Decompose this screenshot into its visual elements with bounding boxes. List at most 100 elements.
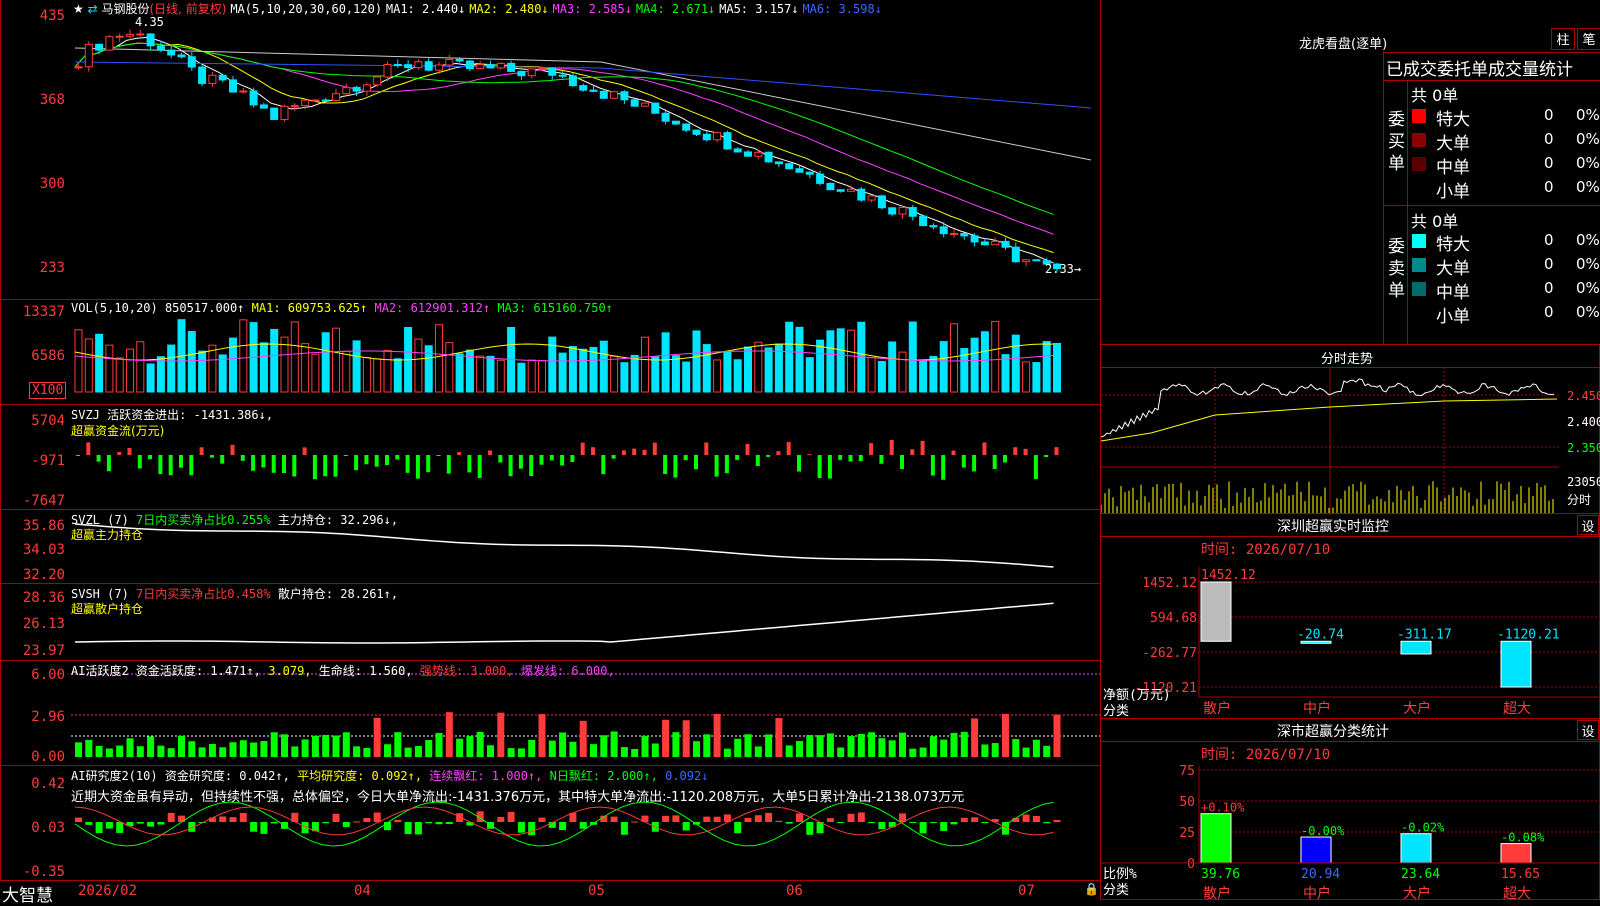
y-tick: 2.96 bbox=[31, 709, 65, 725]
volume-bar-up bbox=[280, 336, 289, 393]
ai-active-v2: 3.079, bbox=[268, 664, 312, 678]
legend-swatch bbox=[1412, 109, 1426, 123]
volume-panel[interactable]: VOL(5,10,20) 850517.000↑ MA1: 609753.625… bbox=[0, 299, 1101, 405]
candle-down bbox=[259, 104, 268, 109]
ai-research-panel[interactable]: AI研究度2(10) 资金研究度: 0.042↑, 平均研究度: 0.092↑,… bbox=[0, 765, 1101, 881]
flow-bar bbox=[694, 455, 698, 470]
activity-bar bbox=[548, 740, 556, 757]
research-bar bbox=[579, 822, 587, 829]
flow-bar bbox=[766, 455, 771, 457]
activity-bar bbox=[353, 746, 361, 757]
flow-bar bbox=[385, 455, 389, 466]
class-value-label: 20.94 bbox=[1301, 867, 1340, 882]
ai-active-panel[interactable]: AI活跃度2 资金活跃度: 1.471↑, 3.079, 生命线: 1.560,… bbox=[0, 660, 1101, 766]
main-kline-panel[interactable]: ★ ⇄ 马钢股份(日线, 前复权) MA(5,10,20,30,60,120) … bbox=[0, 0, 1101, 300]
activity-bar bbox=[126, 738, 134, 757]
research-bar bbox=[868, 822, 876, 823]
research-bar bbox=[239, 812, 247, 822]
volume-bar-up bbox=[847, 329, 855, 393]
intraday-panel[interactable]: 分时走势 2.450 2.400 2.350 23050 分时 bbox=[1100, 344, 1600, 515]
class-value-label: 15.65 bbox=[1501, 867, 1540, 882]
activity-bar bbox=[528, 740, 536, 757]
y-tick: 233 bbox=[39, 260, 65, 276]
activity-bar bbox=[517, 748, 525, 757]
flow-bar bbox=[1013, 447, 1018, 455]
y-tick: 34.03 bbox=[22, 542, 65, 558]
research-bar bbox=[394, 819, 402, 822]
candle-up bbox=[610, 91, 619, 99]
volume-bar-down bbox=[970, 337, 979, 393]
sz-class-panel[interactable]: 深市超赢分类统计 设 时间: 2026/07/10 75 50 25 0 +0.10% 39… bbox=[1100, 718, 1600, 901]
lock-icon[interactable]: 🔒 bbox=[1084, 882, 1099, 896]
research-bar bbox=[878, 822, 886, 830]
sz-monitor-settings-button[interactable]: 设 bbox=[1577, 515, 1599, 535]
volume-bar-down bbox=[579, 348, 588, 393]
class-bar bbox=[1300, 836, 1332, 864]
y-tick: 35.86 bbox=[22, 518, 65, 534]
volume-bar-down bbox=[908, 321, 917, 393]
volume-bar-down bbox=[651, 356, 660, 393]
flow-bar bbox=[755, 455, 760, 467]
flow-bar bbox=[869, 443, 874, 455]
tick-mode-button[interactable]: 笔 bbox=[1577, 28, 1600, 50]
flow-bar bbox=[117, 452, 122, 455]
research-bar bbox=[517, 822, 525, 833]
monitor-value-label: -20.74 bbox=[1297, 627, 1344, 642]
research-bar bbox=[229, 817, 237, 822]
candle-down bbox=[589, 89, 598, 92]
favorite-star-icon[interactable]: ★ bbox=[73, 2, 84, 16]
candle-down bbox=[393, 64, 402, 67]
vol-unit-badge[interactable]: X100 bbox=[29, 382, 67, 399]
sz-monitor-chart[interactable]: 时间: 2026/07/10 1452.12 594.68 -262.77 -1120.… bbox=[1101, 537, 1600, 720]
volume-bar-down bbox=[352, 340, 361, 393]
sz-class-chart[interactable]: 时间: 2026/07/10 75 50 25 0 +0.10% 39.76 散户 -0.00%… bbox=[1101, 742, 1600, 901]
sz-class-settings-button[interactable]: 设 bbox=[1577, 720, 1599, 740]
flow-bar bbox=[405, 455, 410, 473]
svzj-panel[interactable]: SVZJ 活跃资金进出: -1431.386↓, 超赢资金流(万元) 5704 … bbox=[0, 404, 1101, 510]
volume-bar-down bbox=[1053, 342, 1061, 393]
flow-bar bbox=[848, 455, 853, 462]
activity-bar bbox=[703, 734, 711, 757]
svzl-panel[interactable]: SVZL (7) 7日内买卖净占比0.255% 主力持仓: 32.296↓, 超… bbox=[0, 509, 1101, 584]
research-bar bbox=[528, 822, 536, 836]
volume-chart[interactable] bbox=[1, 300, 1101, 404]
brand-logo[interactable]: 大智慧 bbox=[2, 881, 53, 906]
order-row: 中单 0 0% bbox=[1408, 153, 1600, 178]
y-tick: 5704 bbox=[31, 413, 65, 429]
monitor-category-label: 中户 bbox=[1303, 700, 1331, 717]
switch-icon[interactable]: ⇄ bbox=[88, 2, 98, 16]
intraday-chart[interactable] bbox=[1101, 367, 1600, 515]
order-row-count: 0 bbox=[1544, 255, 1554, 273]
vol-ma2: MA2: 612901.312↑ bbox=[374, 301, 491, 315]
flow-bar bbox=[621, 450, 626, 455]
research-bar bbox=[1032, 815, 1040, 822]
date-tick: 04 bbox=[354, 883, 371, 899]
activity-bar bbox=[342, 732, 350, 757]
flow-bar bbox=[271, 455, 276, 473]
volume-bar-up bbox=[362, 357, 371, 393]
research-bar bbox=[425, 822, 433, 824]
flow-bar bbox=[323, 455, 328, 477]
research-bar bbox=[981, 822, 989, 824]
class-bar bbox=[1400, 833, 1432, 864]
flow-bar bbox=[498, 455, 503, 463]
order-row-count: 0 bbox=[1544, 130, 1554, 148]
activity-bar bbox=[507, 748, 515, 757]
candle-up bbox=[105, 36, 114, 51]
candle-up bbox=[301, 99, 310, 107]
volume-bar-down bbox=[661, 332, 670, 393]
candle-down bbox=[733, 148, 742, 153]
class-change-label: +0.10% bbox=[1201, 801, 1245, 815]
monitor-value-label: -311.17 bbox=[1397, 627, 1452, 642]
sz-monitor-panel[interactable]: 深圳超赢实时监控 设 时间: 2026/07/10 1452.12 594.68 -2… bbox=[1100, 513, 1600, 719]
y-tick: -971 bbox=[31, 453, 65, 469]
research-bar bbox=[909, 822, 917, 823]
volume-bar-up bbox=[84, 338, 93, 393]
svsh-panel[interactable]: SVSH (7) 7日内买卖净占比0.458% 散户持仓: 28.261↑, 超… bbox=[0, 583, 1101, 661]
kline-chart[interactable] bbox=[1, 0, 1101, 300]
research-bar bbox=[806, 822, 814, 835]
candle-down bbox=[1032, 259, 1041, 262]
class-y-tick: 0 bbox=[1187, 857, 1195, 872]
vol-ma3: MA3: 615160.750↑ bbox=[497, 301, 613, 315]
bar-mode-button[interactable]: 柱 bbox=[1551, 28, 1575, 50]
